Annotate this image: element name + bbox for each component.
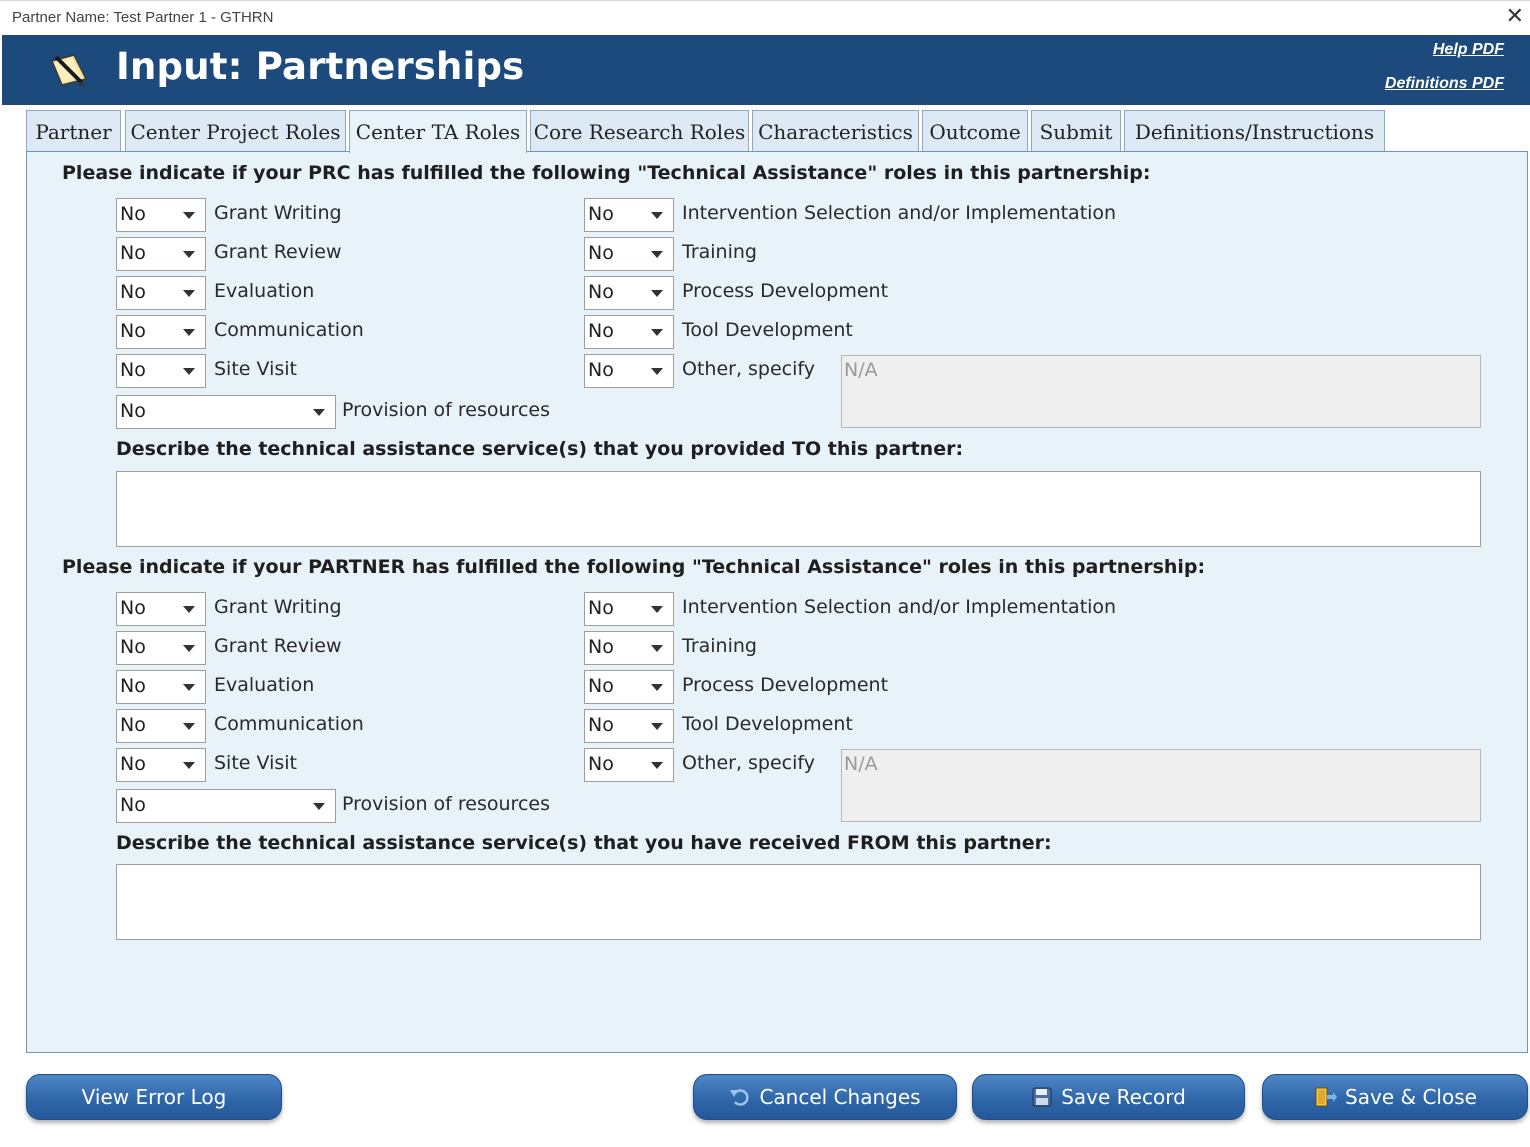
partner-site-visit-label: Site Visit bbox=[214, 752, 298, 774]
chevron-down-icon bbox=[183, 251, 195, 258]
prc-training-label: Training bbox=[682, 241, 757, 263]
chevron-down-icon bbox=[651, 212, 663, 219]
prc-site-visit-label: Site Visit bbox=[214, 358, 298, 380]
partner-intervention-select[interactable]: No bbox=[584, 592, 674, 626]
chevron-down-icon bbox=[313, 803, 325, 810]
cancel-changes-button[interactable]: Cancel Changes bbox=[693, 1074, 957, 1120]
notepad-pencil-icon bbox=[50, 54, 88, 87]
chevron-down-icon bbox=[183, 684, 195, 691]
prc-process-development-select[interactable]: No bbox=[584, 276, 674, 310]
partner-grant-review-label: Grant Review bbox=[214, 635, 342, 657]
tab-partner[interactable]: Partner bbox=[26, 110, 121, 152]
partner-training-select[interactable]: No bbox=[584, 631, 674, 665]
tab-definitions-instructions[interactable]: Definitions/Instructions bbox=[1124, 110, 1385, 152]
prc-site-visit-select[interactable]: No bbox=[116, 354, 206, 388]
page-title: Input: Partnerships bbox=[116, 45, 525, 88]
save-record-button[interactable]: Save Record bbox=[972, 1074, 1245, 1120]
tab-center-project-roles[interactable]: Center Project Roles bbox=[125, 110, 346, 152]
form-header: Input: Partnerships Help PDF Definitions… bbox=[2, 35, 1530, 105]
undo-icon bbox=[730, 1089, 750, 1106]
center-ta-roles-panel: Please indicate if your PRC has fulfille… bbox=[26, 151, 1528, 1053]
tab-outcome[interactable]: Outcome bbox=[922, 110, 1028, 152]
prc-intervention-label: Intervention Selection and/or Implementa… bbox=[682, 202, 1117, 224]
chevron-down-icon bbox=[651, 251, 663, 258]
prc-communication-select[interactable]: No bbox=[116, 315, 206, 349]
tab-core-research-roles[interactable]: Core Research Roles bbox=[530, 110, 749, 152]
prc-grant-review-select[interactable]: No bbox=[116, 237, 206, 271]
window-title: Partner Name: Test Partner 1 - GTHRN bbox=[12, 9, 274, 26]
partner-describe-textarea[interactable] bbox=[116, 864, 1481, 940]
save-close-button[interactable]: Save & Close bbox=[1262, 1074, 1528, 1120]
chevron-down-icon bbox=[651, 368, 663, 375]
floppy-disk-icon bbox=[1032, 1087, 1052, 1107]
help-pdf-link[interactable]: Help PDF bbox=[1433, 41, 1504, 59]
partner-provision-of-resources-select[interactable]: No bbox=[116, 789, 336, 823]
chevron-down-icon bbox=[651, 762, 663, 769]
chevron-down-icon bbox=[183, 290, 195, 297]
partner-describe-label: Describe the technical assistance servic… bbox=[116, 832, 1052, 854]
prc-tool-development-select[interactable]: No bbox=[584, 315, 674, 349]
window-title-bar: Partner Name: Test Partner 1 - GTHRN ✕ bbox=[0, 0, 1530, 34]
chevron-down-icon bbox=[183, 645, 195, 652]
chevron-down-icon bbox=[183, 606, 195, 613]
chevron-down-icon bbox=[651, 329, 663, 336]
partner-communication-label: Communication bbox=[214, 713, 364, 735]
close-icon[interactable]: ✕ bbox=[1506, 4, 1524, 30]
chevron-down-icon bbox=[651, 290, 663, 297]
partner-grant-review-select[interactable]: No bbox=[116, 631, 206, 665]
chevron-down-icon bbox=[313, 409, 325, 416]
partner-other-specify-field[interactable]: N/A bbox=[841, 749, 1481, 822]
chevron-down-icon bbox=[183, 762, 195, 769]
prc-provision-of-resources-select[interactable]: No bbox=[116, 395, 336, 429]
partner-other-label: Other, specify bbox=[682, 752, 815, 774]
partner-site-visit-select[interactable]: No bbox=[116, 748, 206, 782]
chevron-down-icon bbox=[183, 329, 195, 336]
partner-process-development-label: Process Development bbox=[682, 674, 889, 696]
chevron-down-icon bbox=[183, 723, 195, 730]
prc-training-select[interactable]: No bbox=[584, 237, 674, 271]
tab-submit[interactable]: Submit bbox=[1031, 110, 1121, 152]
chevron-down-icon bbox=[651, 723, 663, 730]
chevron-down-icon bbox=[651, 684, 663, 691]
prc-other-select[interactable]: No bbox=[584, 354, 674, 388]
prc-evaluation-label: Evaluation bbox=[214, 280, 315, 302]
chevron-down-icon bbox=[651, 606, 663, 613]
chevron-down-icon bbox=[183, 368, 195, 375]
tab-characteristics[interactable]: Characteristics bbox=[752, 110, 919, 152]
partner-section-heading: Please indicate if your PARTNER has fulf… bbox=[62, 556, 1206, 578]
view-error-log-button[interactable]: View Error Log bbox=[26, 1074, 282, 1120]
partner-evaluation-select[interactable]: No bbox=[116, 670, 206, 704]
prc-communication-label: Communication bbox=[214, 319, 364, 341]
partner-provision-of-resources-label: Provision of resources bbox=[342, 793, 550, 815]
partner-process-development-select[interactable]: No bbox=[584, 670, 674, 704]
partner-tool-development-select[interactable]: No bbox=[584, 709, 674, 743]
prc-describe-label: Describe the technical assistance servic… bbox=[116, 438, 964, 460]
definitions-pdf-link[interactable]: Definitions PDF bbox=[1385, 75, 1504, 93]
prc-section-heading: Please indicate if your PRC has fulfille… bbox=[62, 162, 1151, 184]
prc-process-development-label: Process Development bbox=[682, 280, 889, 302]
prc-describe-textarea[interactable] bbox=[116, 471, 1481, 547]
prc-grant-review-label: Grant Review bbox=[214, 241, 342, 263]
partner-grant-writing-select[interactable]: No bbox=[116, 592, 206, 626]
partner-evaluation-label: Evaluation bbox=[214, 674, 315, 696]
door-exit-icon bbox=[1315, 1087, 1338, 1107]
partner-tool-development-label: Tool Development bbox=[682, 713, 853, 735]
partner-training-label: Training bbox=[682, 635, 757, 657]
partner-intervention-label: Intervention Selection and/or Implementa… bbox=[682, 596, 1117, 618]
chevron-down-icon bbox=[183, 212, 195, 219]
prc-other-specify-field[interactable]: N/A bbox=[841, 355, 1481, 428]
partner-communication-select[interactable]: No bbox=[116, 709, 206, 743]
prc-provision-of-resources-label: Provision of resources bbox=[342, 399, 550, 421]
partner-other-select[interactable]: No bbox=[584, 748, 674, 782]
partner-grant-writing-label: Grant Writing bbox=[214, 596, 342, 618]
prc-grant-writing-select[interactable]: No bbox=[116, 198, 206, 232]
chevron-down-icon bbox=[651, 645, 663, 652]
prc-grant-writing-label: Grant Writing bbox=[214, 202, 342, 224]
tab-center-ta-roles[interactable]: Center TA Roles bbox=[349, 110, 527, 153]
prc-other-label: Other, specify bbox=[682, 358, 815, 380]
prc-intervention-select[interactable]: No bbox=[584, 198, 674, 232]
prc-evaluation-select[interactable]: No bbox=[116, 276, 206, 310]
prc-tool-development-label: Tool Development bbox=[682, 319, 853, 341]
